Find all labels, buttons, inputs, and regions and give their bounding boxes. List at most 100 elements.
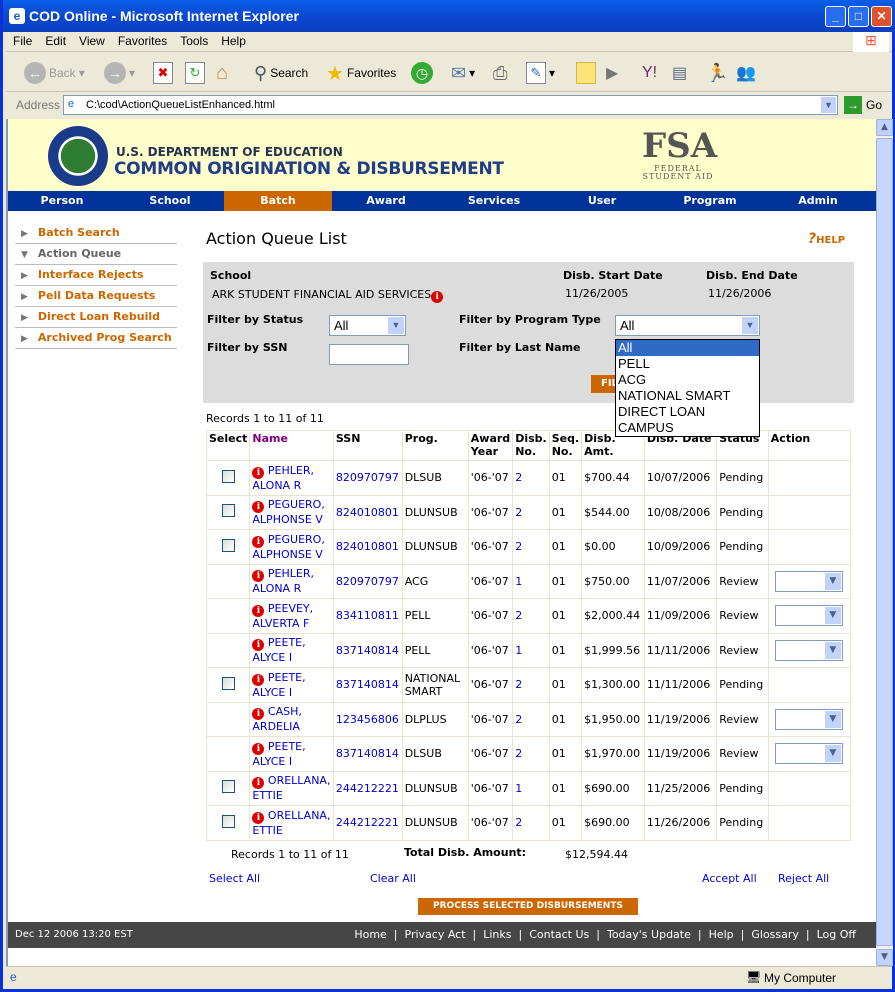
ssn-link[interactable]: 123456806 (336, 713, 399, 726)
select-all-link[interactable]: Select All (209, 872, 260, 885)
disb-no-link[interactable]: 2 (515, 747, 522, 760)
minimize-button[interactable]: _ (825, 6, 846, 27)
student-name-link[interactable]: ORELLANA, ETTIE (252, 809, 330, 837)
program-option[interactable]: ACG (616, 372, 759, 388)
student-name-link[interactable]: PEGUERO, ALPHONSE V (252, 498, 324, 526)
ssn-link[interactable]: 837140814 (336, 678, 399, 691)
sidebar-item-interface-rejects[interactable]: ▶ Interface Rejects (15, 265, 177, 286)
program-filter-select[interactable]: All ▼ (615, 315, 760, 336)
program-option[interactable]: DIRECT LOAN (616, 404, 759, 420)
status-filter-select[interactable]: All ▼ (329, 315, 406, 336)
info-icon[interactable]: i (252, 811, 265, 824)
footer-link-contact-us[interactable]: Contact Us (529, 928, 589, 941)
nav-award[interactable]: Award (332, 191, 440, 211)
address-input[interactable]: e C:\cod\ActionQueueListEnhanced.html ▼ (63, 95, 838, 115)
back-button[interactable]: ← Back ▾ (24, 61, 85, 85)
disb-no-link[interactable]: 2 (515, 816, 522, 829)
stop-button[interactable]: ✖ (153, 61, 173, 85)
footer-link-links[interactable]: Links (483, 928, 511, 941)
footer-link-glossary[interactable]: Glossary (751, 928, 799, 941)
info-icon[interactable]: i (431, 291, 444, 303)
select-checkbox[interactable] (222, 814, 235, 828)
program-option[interactable]: All (616, 340, 759, 356)
info-icon[interactable]: i (252, 535, 265, 548)
disb-no-link[interactable]: 1 (515, 782, 522, 795)
disb-no-link[interactable]: 1 (515, 575, 522, 588)
nav-batch[interactable]: Batch (224, 191, 332, 211)
disb-no-link[interactable]: 2 (515, 540, 522, 553)
select-checkbox[interactable] (222, 504, 235, 518)
menu-view[interactable]: View (72, 32, 111, 48)
sidebar-item-action-queue[interactable]: ▼ Action Queue (15, 244, 177, 265)
clear-all-link[interactable]: Clear All (370, 872, 416, 885)
favorites-button[interactable]: ★ Favorites (326, 61, 396, 85)
program-option[interactable]: CAMPUS (616, 420, 759, 436)
nav-user[interactable]: User (548, 191, 656, 211)
disb-no-link[interactable]: 2 (515, 471, 522, 484)
info-icon[interactable]: i (252, 708, 265, 721)
messenger-button[interactable]: ▶ (606, 61, 618, 85)
search-button[interactable]: ⚲ Search (254, 61, 308, 85)
disb-no-link[interactable]: 2 (515, 678, 522, 691)
action-select[interactable]: ▼ (774, 570, 843, 592)
close-button[interactable]: ✕ (871, 6, 892, 27)
menu-edit[interactable]: Edit (38, 32, 72, 48)
sidebar-item-pell-data-requests[interactable]: ▶ Pell Data Requests (15, 286, 177, 307)
ssn-link[interactable]: 837140814 (336, 747, 399, 760)
scroll-down-button[interactable]: ▼ (876, 949, 893, 966)
history-button[interactable]: ◷ (411, 61, 433, 85)
sidebar-item-direct-loan-rebuild[interactable]: ▶ Direct Loan Rebuild (15, 307, 177, 328)
column-header[interactable]: Name (249, 430, 334, 461)
ssn-link[interactable]: 244212221 (336, 816, 399, 829)
accept-all-link[interactable]: Accept All (702, 872, 757, 885)
ssn-link[interactable]: 820970797 (336, 471, 399, 484)
sidebar-item-archived-prog-search[interactable]: ▶ Archived Prog Search (15, 328, 177, 349)
help-link[interactable]: ?HELP (808, 231, 845, 247)
discuss-button[interactable] (576, 61, 596, 85)
info-icon[interactable]: i (252, 777, 265, 790)
footer-link-log-off[interactable]: Log Off (817, 928, 856, 941)
vertical-scrollbar[interactable]: ▲ ▼ (876, 119, 893, 966)
nav-program[interactable]: Program (656, 191, 764, 211)
action-select[interactable]: ▼ (774, 605, 843, 627)
nav-person[interactable]: Person (8, 191, 116, 211)
menu-favorites[interactable]: Favorites (111, 32, 173, 48)
info-icon[interactable]: i (252, 742, 265, 755)
scroll-thumb[interactable] (876, 138, 893, 946)
home-button[interactable]: ⌂ (216, 61, 228, 85)
ssn-link[interactable]: 834110811 (336, 609, 399, 622)
menu-tools[interactable]: Tools (173, 32, 214, 48)
select-checkbox[interactable] (222, 469, 235, 483)
ssn-link[interactable]: 824010801 (336, 540, 399, 553)
ssn-link[interactable]: 820970797 (336, 575, 399, 588)
ssn-link[interactable]: 244212221 (336, 782, 399, 795)
forward-button[interactable]: → ▾ (104, 61, 135, 85)
process-selected-button[interactable]: PROCESS SELECTED DISBURSEMENTS (418, 898, 638, 915)
mail-button[interactable]: ✉ ▾ (451, 61, 475, 85)
disb-no-link[interactable]: 2 (515, 506, 522, 519)
reject-all-link[interactable]: Reject All (778, 872, 829, 885)
edit-button[interactable]: ✎ ▾ (526, 61, 555, 85)
student-name-link[interactable]: PEGUERO, ALPHONSE V (252, 533, 324, 561)
info-icon[interactable]: i (252, 570, 265, 583)
ssn-link[interactable]: 837140814 (336, 644, 399, 657)
program-option[interactable]: NATIONAL SMART (616, 388, 759, 404)
nav-school[interactable]: School (116, 191, 224, 211)
select-checkbox[interactable] (222, 676, 235, 690)
footer-link-home[interactable]: Home (354, 928, 386, 941)
nav-admin[interactable]: Admin (764, 191, 872, 211)
disb-no-link[interactable]: 1 (515, 644, 522, 657)
address-dropdown[interactable]: ▼ (821, 97, 836, 113)
menu-file[interactable]: File (6, 32, 38, 48)
aim-button[interactable]: 🏃 (706, 61, 728, 85)
info-icon[interactable]: i (252, 604, 265, 617)
footer-link-help[interactable]: Help (709, 928, 734, 941)
yahoo-button[interactable]: Y! (642, 61, 657, 85)
scroll-up-button[interactable]: ▲ (876, 119, 893, 136)
footer-link-today-s-update[interactable]: Today's Update (607, 928, 691, 941)
select-checkbox[interactable] (222, 538, 235, 552)
disb-no-link[interactable]: 2 (515, 713, 522, 726)
research-button[interactable]: ▤ (672, 61, 687, 85)
info-icon[interactable]: i (252, 466, 265, 479)
action-select[interactable]: ▼ (774, 708, 843, 730)
